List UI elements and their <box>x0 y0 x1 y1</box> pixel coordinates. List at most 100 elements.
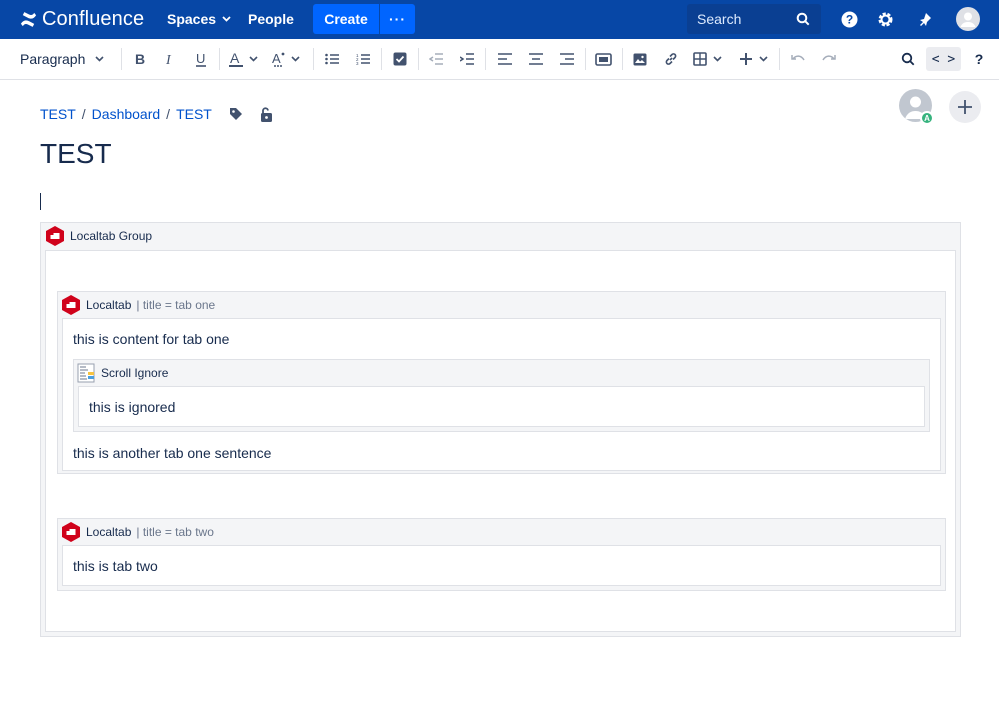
macro-header: Localtab | title = tab one <box>58 292 945 318</box>
checkbox-icon <box>393 52 407 66</box>
insert-image-button[interactable] <box>632 49 648 69</box>
breadcrumb-page-link[interactable]: TEST <box>176 106 212 122</box>
text-formats-icon: A <box>272 51 300 67</box>
breadcrumb-separator: / <box>81 106 86 122</box>
help-icon[interactable]: ? <box>839 9 860 30</box>
bold-button[interactable]: B <box>132 49 148 69</box>
svg-text:U: U <box>196 51 205 66</box>
svg-text:A: A <box>230 51 240 66</box>
paragraph[interactable]: this is another tab one sentence <box>73 445 271 461</box>
text-cursor <box>40 193 41 210</box>
spaces-menu[interactable]: Spaces <box>167 11 231 27</box>
italic-icon: I <box>165 53 172 66</box>
toolbar-divider <box>779 48 780 70</box>
insert-link-button[interactable] <box>663 49 679 69</box>
bullet-list-button[interactable] <box>324 49 340 69</box>
svg-text:3: 3 <box>356 61 359 65</box>
page-layout-button[interactable] <box>594 49 612 69</box>
tag-icon <box>230 108 242 120</box>
macro-title: Localtab <box>86 298 132 312</box>
task-list-button[interactable] <box>392 49 408 69</box>
undo-button[interactable] <box>790 49 806 69</box>
toolbar-divider <box>485 48 486 70</box>
underline-button[interactable]: U <box>193 49 209 69</box>
add-collaborator-button[interactable] <box>949 91 981 123</box>
macro-header: Scroll Ignore <box>74 360 929 386</box>
align-center-button[interactable] <box>528 49 544 69</box>
text-color-icon: A <box>229 51 258 67</box>
text-formats-button[interactable]: A <box>271 49 303 69</box>
find-replace-button[interactable] <box>900 49 916 69</box>
avatar-status-badge: A <box>920 111 934 125</box>
align-left-icon <box>498 53 512 65</box>
localtab-macro[interactable]: Localtab | title = tab one this is conte… <box>57 291 946 474</box>
search-icon <box>901 52 915 66</box>
indent-button[interactable] <box>459 49 475 69</box>
macro-parameter: | title = tab one <box>136 298 216 312</box>
svg-text:I: I <box>165 53 172 66</box>
bold-icon: B <box>135 52 145 66</box>
plus-icon <box>958 100 972 114</box>
macro-title: Localtab Group <box>70 229 153 243</box>
localtab-macro-icon <box>62 295 80 315</box>
search-input[interactable]: Search <box>687 4 821 34</box>
spaces-label: Spaces <box>167 11 217 27</box>
insert-more-button[interactable] <box>739 49 771 69</box>
text-color-button[interactable]: A <box>229 49 261 69</box>
scroll-ignore-macro[interactable]: Scroll Ignore this is ignored <box>73 359 930 432</box>
outdent-icon <box>429 53 443 65</box>
link-icon <box>665 53 677 65</box>
restrictions-button[interactable] <box>259 107 273 127</box>
numbered-list-icon: 123 <box>356 53 370 65</box>
breadcrumb-separator: / <box>166 106 171 122</box>
breadcrumb-space-link[interactable]: TEST <box>40 106 76 122</box>
localtab-macro[interactable]: Localtab | title = tab two this is tab t… <box>57 518 946 591</box>
numbered-list-button[interactable]: 123 <box>355 49 371 69</box>
notifications-icon[interactable] <box>914 9 935 30</box>
localtab-group-macro[interactable]: Localtab Group Localtab | title = tab on… <box>40 222 961 637</box>
italic-button[interactable]: I <box>163 49 177 69</box>
people-link[interactable]: People <box>248 11 294 27</box>
macro-body: this is content for tab one Scroll Ignor… <box>62 318 941 471</box>
chevron-down-icon <box>95 56 104 62</box>
search-placeholder: Search <box>697 11 742 27</box>
settings-icon[interactable] <box>875 9 896 30</box>
paragraph[interactable]: this is ignored <box>89 399 175 415</box>
macro-title: Scroll Ignore <box>101 366 169 380</box>
profile-avatar[interactable] <box>956 7 980 31</box>
svg-text:B: B <box>135 52 145 66</box>
svg-text:A: A <box>272 51 281 66</box>
toolbar-divider <box>585 48 586 70</box>
create-button[interactable]: Create <box>313 4 379 34</box>
search-icon <box>796 12 810 26</box>
paragraph[interactable]: this is tab two <box>73 558 158 574</box>
brand-name: Confluence <box>42 8 145 30</box>
insert-table-button[interactable] <box>693 49 725 69</box>
underline-icon: U <box>196 51 206 67</box>
macro-header: Localtab Group <box>41 223 960 249</box>
create-more-button[interactable]: ··· <box>379 4 415 34</box>
macro-body: Localtab | title = tab one this is conte… <box>45 250 956 632</box>
redo-button[interactable] <box>821 49 837 69</box>
top-navigation-bar: Confluence Spaces People Create ··· Sear… <box>0 0 999 39</box>
align-right-icon <box>560 53 574 65</box>
labels-button[interactable] <box>229 107 243 126</box>
toolbar-divider <box>622 48 623 70</box>
align-center-icon <box>529 53 543 65</box>
paragraph-style-dropdown[interactable]: Paragraph <box>20 51 104 67</box>
align-right-button[interactable] <box>559 49 575 69</box>
page-title[interactable]: TEST <box>40 138 112 170</box>
macro-body: this is tab two <box>62 545 941 586</box>
breadcrumb: TEST / Dashboard / TEST <box>40 106 212 122</box>
people-label: People <box>248 11 294 27</box>
source-editor-button[interactable]: < > <box>926 47 961 71</box>
align-left-button[interactable] <box>497 49 513 69</box>
outdent-button[interactable] <box>428 49 444 69</box>
help-button[interactable]: ? <box>971 49 987 69</box>
redo-icon <box>822 55 836 61</box>
paragraph[interactable]: this is content for tab one <box>73 331 229 347</box>
confluence-logo[interactable]: Confluence <box>19 8 144 31</box>
macro-body: this is ignored <box>78 386 925 427</box>
breadcrumb-dashboard-link[interactable]: Dashboard <box>92 106 161 122</box>
toolbar-divider <box>121 48 122 70</box>
